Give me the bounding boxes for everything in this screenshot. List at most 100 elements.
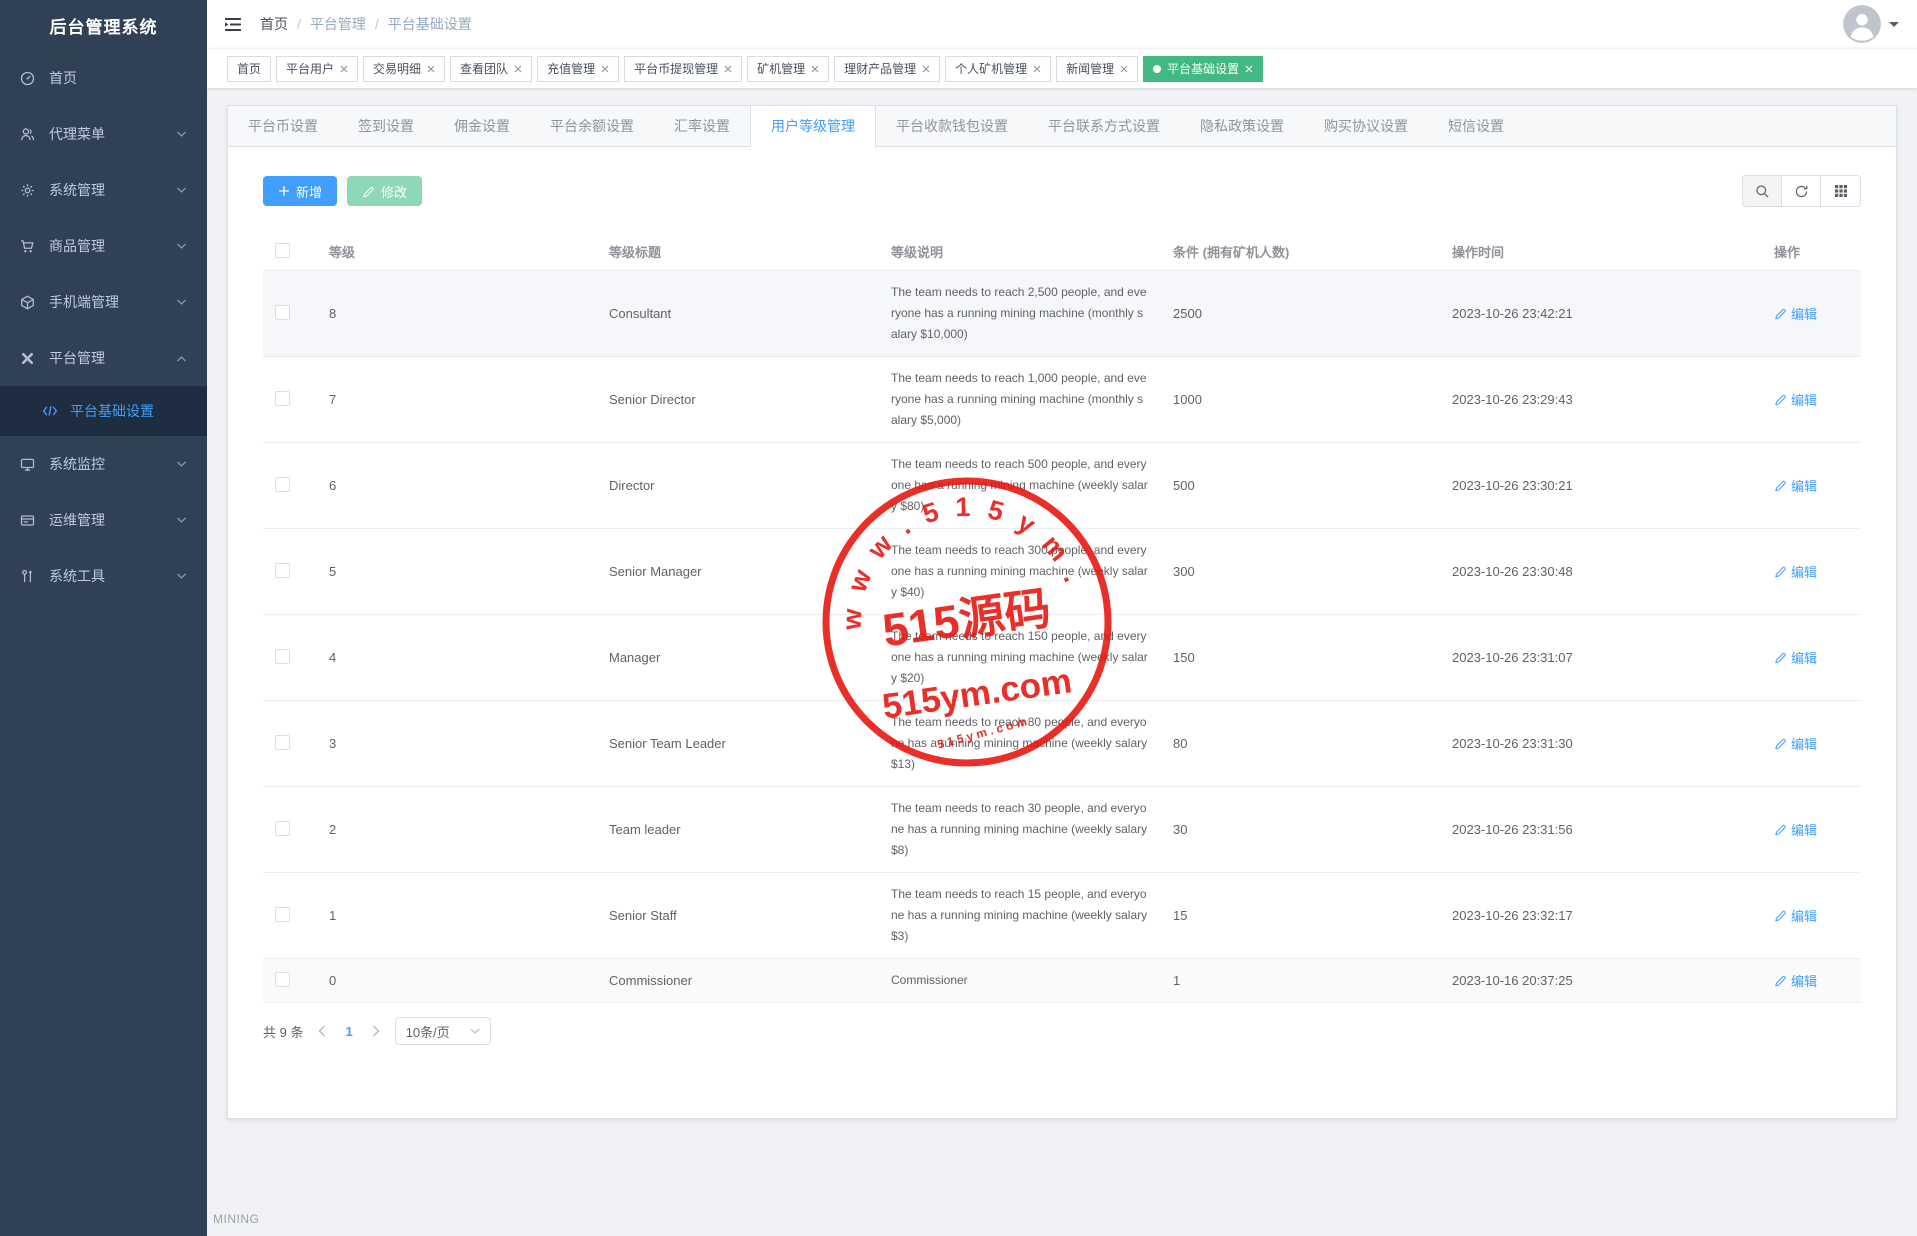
tag-miner-management[interactable]: 矿机管理 [747, 56, 829, 82]
row-checkbox[interactable] [275, 649, 290, 664]
tag-home[interactable]: 首页 [227, 56, 271, 82]
pencil-icon [1774, 479, 1787, 492]
sidebar-item-system-monitor[interactable]: 系统监控 [0, 436, 207, 492]
tab-user-level-management[interactable]: 用户等级管理 [750, 106, 876, 147]
tab-platform-contact-settings[interactable]: 平台联系方式设置 [1028, 106, 1180, 146]
wrench-screwdriver-icon [20, 569, 35, 584]
next-page-button[interactable] [371, 1025, 381, 1037]
edit-row-button[interactable]: 编辑 [1774, 390, 1817, 409]
close-icon[interactable] [811, 65, 819, 73]
row-checkbox[interactable] [275, 477, 290, 492]
table-tools [1742, 175, 1861, 207]
sidebar-subitem-platform-basic-settings[interactable]: 平台基础设置 [0, 386, 207, 436]
cell-time: 2023-10-26 23:42:21 [1440, 271, 1762, 357]
pagination-total: 共 9 条 [263, 1022, 303, 1041]
tab-purchase-agreement-settings[interactable]: 购买协议设置 [1304, 106, 1428, 146]
edit-row-button[interactable]: 编辑 [1774, 906, 1817, 925]
close-icon[interactable] [922, 65, 930, 73]
edit-row-button[interactable]: 编辑 [1774, 304, 1817, 323]
sidebar-item-home[interactable]: 首页 [0, 50, 207, 106]
cell-condition: 1000 [1161, 357, 1440, 443]
tag-view-team[interactable]: 查看团队 [450, 56, 532, 82]
tab-platform-wallet-settings[interactable]: 平台收款钱包设置 [876, 106, 1028, 146]
cell-condition: 80 [1161, 701, 1440, 787]
tab-privacy-policy-settings[interactable]: 隐私政策设置 [1180, 106, 1304, 146]
close-icon[interactable] [427, 65, 435, 73]
tab-commission-settings[interactable]: 佣金设置 [434, 106, 530, 146]
row-checkbox[interactable] [275, 821, 290, 836]
close-icon[interactable] [601, 65, 609, 73]
close-icon[interactable] [1120, 65, 1128, 73]
cell-condition: 300 [1161, 529, 1440, 615]
search-toggle-button[interactable] [1743, 176, 1782, 206]
tabs-header: 平台币设置 签到设置 佣金设置 平台余额设置 汇率设置 用户等级管理 平台收款钱… [228, 106, 1896, 147]
edit-link-label: 编辑 [1791, 390, 1817, 409]
sidebar-item-mobile-management[interactable]: 手机端管理 [0, 274, 207, 330]
close-icon[interactable] [724, 65, 732, 73]
plus-icon [278, 185, 290, 197]
sidebar-item-ops-management[interactable]: 运维管理 [0, 492, 207, 548]
user-menu[interactable] [1843, 5, 1899, 43]
breadcrumb-platform-management[interactable]: 平台管理 [310, 14, 366, 34]
tab-sms-settings[interactable]: 短信设置 [1428, 106, 1524, 146]
tab-platform-coin-settings[interactable]: 平台币设置 [228, 106, 338, 146]
row-checkbox[interactable] [275, 735, 290, 750]
tag-platform-basic-settings[interactable]: 平台基础设置 [1143, 56, 1263, 82]
close-icon[interactable] [514, 65, 522, 73]
tag-transaction-details[interactable]: 交易明细 [363, 56, 445, 82]
sidebar-item-platform-management[interactable]: 平台管理 [0, 330, 207, 386]
sidebar-item-system-management[interactable]: 系统管理 [0, 162, 207, 218]
tag-coin-withdraw-management[interactable]: 平台币提现管理 [624, 56, 742, 82]
close-icon[interactable] [1245, 65, 1253, 73]
sidebar-item-system-tools[interactable]: 系统工具 [0, 548, 207, 604]
edit-row-button[interactable]: 编辑 [1774, 562, 1817, 581]
tag-recharge-management[interactable]: 充值管理 [537, 56, 619, 82]
breadcrumb: 首页 / 平台管理 / 平台基础设置 [260, 14, 472, 34]
row-checkbox[interactable] [275, 972, 290, 987]
edit-row-button[interactable]: 编辑 [1774, 648, 1817, 667]
tab-platform-balance-settings[interactable]: 平台余额设置 [530, 106, 654, 146]
cell-title: Director [597, 443, 879, 529]
column-settings-button[interactable] [1821, 176, 1860, 206]
table-row: 1 Senior Staff The team needs to reach 1… [263, 873, 1861, 959]
add-button[interactable]: 新增 [263, 176, 337, 206]
breadcrumb-home[interactable]: 首页 [260, 14, 288, 34]
pencil-icon [1774, 974, 1787, 987]
edit-row-button[interactable]: 编辑 [1774, 820, 1817, 839]
tag-platform-users[interactable]: 平台用户 [276, 56, 358, 82]
tab-checkin-settings[interactable]: 签到设置 [338, 106, 434, 146]
topbar: 首页 / 平台管理 / 平台基础设置 [207, 0, 1917, 48]
menu-fold-icon[interactable] [225, 17, 242, 32]
select-all-checkbox[interactable] [275, 243, 290, 258]
page-number-current[interactable]: 1 [341, 1024, 356, 1039]
close-icon[interactable] [340, 65, 348, 73]
sidebar-item-agent-menu[interactable]: 代理菜单 [0, 106, 207, 162]
pencil-icon [1774, 565, 1787, 578]
prev-page-button[interactable] [317, 1025, 327, 1037]
row-checkbox[interactable] [275, 907, 290, 922]
sidebar-item-goods-management[interactable]: 商品管理 [0, 218, 207, 274]
tag-news-management[interactable]: 新闻管理 [1056, 56, 1138, 82]
chevron-down-icon [176, 187, 187, 194]
edit-row-button[interactable]: 编辑 [1774, 971, 1817, 990]
sidebar-item-label: 首页 [49, 68, 77, 88]
crossed-tools-icon [20, 351, 35, 366]
tags-view: 首页 平台用户 交易明细 查看团队 充值管理 平台币提现管理 矿机管理 理财产品… [207, 48, 1917, 88]
row-checkbox[interactable] [275, 563, 290, 578]
pencil-icon [1774, 307, 1787, 320]
row-checkbox[interactable] [275, 305, 290, 320]
refresh-button[interactable] [1782, 176, 1821, 206]
edit-row-button[interactable]: 编辑 [1774, 734, 1817, 753]
page-size-select[interactable]: 10条/页 [395, 1017, 491, 1045]
tag-personal-miner-management[interactable]: 个人矿机管理 [945, 56, 1051, 82]
cell-description: The team needs to reach 300 people, and … [879, 529, 1161, 615]
pagination: 共 9 条 1 10条/页 [263, 1017, 1861, 1045]
edit-button-disabled[interactable]: 修改 [347, 176, 422, 206]
edit-row-button[interactable]: 编辑 [1774, 476, 1817, 495]
tab-exchange-rate-settings[interactable]: 汇率设置 [654, 106, 750, 146]
cell-time: 2023-10-16 20:37:25 [1440, 959, 1762, 1003]
close-icon[interactable] [1033, 65, 1041, 73]
cell-condition: 500 [1161, 443, 1440, 529]
row-checkbox[interactable] [275, 391, 290, 406]
tag-financial-product-management[interactable]: 理财产品管理 [834, 56, 940, 82]
